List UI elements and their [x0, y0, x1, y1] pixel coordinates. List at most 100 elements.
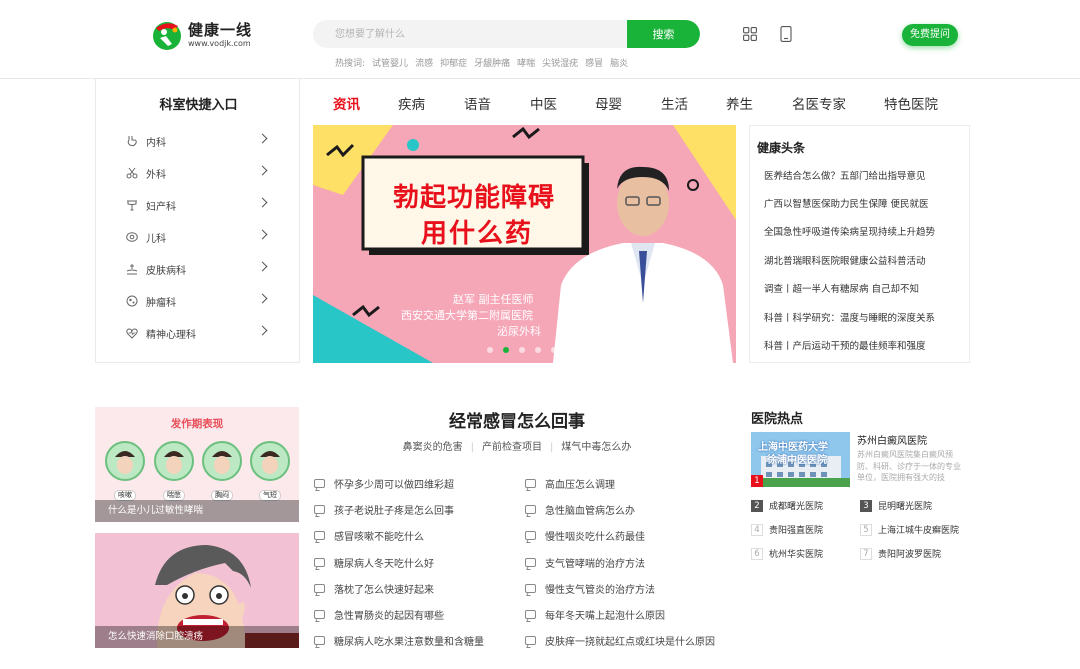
article-tag[interactable]: 煤气中毒怎么办 [561, 442, 631, 453]
hot-word[interactable]: 试管婴儿 [372, 56, 408, 69]
hot-word[interactable]: 感冒 [585, 56, 603, 69]
article-link[interactable]: 急性胃肠炎的起因有哪些 [314, 607, 444, 622]
comment-icon [525, 610, 536, 619]
card-caption: 什么是小儿过敏性哮喘 [95, 500, 299, 522]
hot-word[interactable]: 牙龈肿痛 [474, 56, 510, 69]
article-link[interactable]: 怀孕多少周可以做四维彩超 [314, 476, 454, 491]
headline-link[interactable]: 全国急性呼吸道传染病呈现持续上升趋势 [764, 224, 935, 238]
department-label: 外科 [146, 169, 166, 181]
tag-separator: | [470, 442, 474, 453]
nav-item-voice[interactable]: 语音 [464, 93, 491, 113]
hospital-rank-item[interactable]: 5 上海江城牛皮癣医院 [860, 523, 959, 536]
nav-item-disease[interactable]: 疾病 [398, 93, 425, 113]
chevron-right-icon [257, 165, 268, 176]
nav-item-wellness[interactable]: 养生 [726, 93, 753, 113]
article-link[interactable]: 高血压怎么调理 [525, 476, 615, 491]
article-link[interactable]: 皮肤痒一挠就起红点或红块是什么原因 [525, 633, 715, 648]
article-link[interactable]: 支气管哮喘的治疗方法 [525, 555, 645, 570]
promo-banner[interactable]: 勃起功能障碍 用什么药 赵军 副主任医师 西安交通大学第二附属医院 泌尿外科 [313, 125, 736, 363]
heart-pulse-icon [126, 328, 138, 339]
headline-link[interactable]: 调查丨超一半人有糖尿病 自己却不知 [764, 281, 919, 295]
logo-mark-icon [153, 22, 181, 50]
carousel-dot[interactable] [519, 347, 525, 353]
comment-icon [314, 479, 325, 488]
article-link[interactable]: 感冒咳嗽不能吃什么 [314, 528, 424, 543]
nav-item-news[interactable]: 资讯 [333, 93, 360, 113]
search-input[interactable] [313, 20, 627, 48]
hospital-name: 昆明曙光医院 [878, 502, 933, 512]
hospital-rank-item[interactable]: 3 昆明曙光医院 [860, 499, 932, 512]
article-link[interactable]: 每年冬天嘴上起泡什么原因 [525, 607, 665, 622]
hospital-rank-item[interactable]: 6 杭州华实医院 [751, 547, 823, 560]
nav-item-tcm[interactable]: 中医 [530, 93, 557, 113]
article-link[interactable]: 孩子老说肚子疼是怎么回事 [314, 502, 454, 517]
hospital-name: 贵阳阿波罗医院 [878, 550, 942, 560]
hospital-rank-item[interactable]: 2 成都曙光医院 [751, 499, 823, 512]
article-link-text: 孩子老说肚子疼是怎么回事 [334, 506, 454, 517]
department-item-oncology[interactable]: 肿瘤科 [126, 293, 268, 309]
grid-icon[interactable] [743, 27, 757, 41]
headline-link[interactable]: 医养结合怎么做？五部门给出指导意见 [764, 168, 926, 182]
department-item-dermatology[interactable]: 皮肤病科 [126, 261, 268, 277]
comment-icon [525, 636, 536, 645]
hospital-rank-item[interactable]: 4 贵阳强直医院 [751, 523, 823, 536]
nav-item-maternal[interactable]: 母婴 [595, 93, 622, 113]
carousel-dot[interactable] [487, 347, 493, 353]
hospital-image-text: 徐浦中医医院 [767, 455, 827, 466]
featured-hospital-image[interactable]: 上海中医药大学 徐浦中医医院 1 [751, 432, 850, 487]
baby-icon [126, 232, 138, 242]
comment-icon [525, 505, 536, 514]
department-label: 肿瘤科 [146, 297, 176, 309]
feature-card-asthma[interactable]: 发作期表现 咳嗽 喘憋 胸闷 气短 什么是小儿过敏性哮喘 [95, 407, 299, 522]
nav-item-life[interactable]: 生活 [661, 93, 688, 113]
hospital-name: 上海江城牛皮癣医院 [878, 526, 960, 536]
hot-search-words: 热搜词: 试管婴儿 流感 抑郁症 牙龈肿痛 哮喘 尖锐湿疣 感冒 脑炎 [335, 56, 628, 69]
department-item-surgery[interactable]: 外科 [126, 165, 268, 181]
article-tags: 鼻窦炎的危害 | 产前检查项目 | 煤气中毒怎么办 [300, 438, 734, 453]
feature-card-ulcer[interactable]: 怎么快速消除口腔溃疡 [95, 533, 299, 648]
department-item-pediatrics[interactable]: 儿科 [126, 229, 268, 245]
article-section-title[interactable]: 经常感冒怎么回事 [300, 407, 734, 432]
headline-link[interactable]: 科普丨产后运动干预的最佳频率和强度 [764, 338, 926, 352]
hot-word[interactable]: 尖锐湿疣 [542, 56, 578, 69]
department-item-psychiatry[interactable]: 精神心理科 [126, 325, 268, 341]
hot-word[interactable]: 抑郁症 [440, 56, 467, 69]
article-tag[interactable]: 鼻窦炎的危害 [403, 442, 463, 453]
article-tag[interactable]: 产前检查项目 [482, 442, 542, 453]
banner-doctor-hospital: 西安交通大学第二附属医院 [401, 309, 533, 322]
article-link[interactable]: 落枕了怎么快速好起来 [314, 581, 434, 596]
mobile-icon[interactable] [780, 26, 792, 42]
article-link-text: 每年冬天嘴上起泡什么原因 [545, 611, 665, 622]
comment-icon [525, 479, 536, 488]
department-item-internal[interactable]: 内科 [126, 133, 268, 149]
chevron-right-icon [257, 197, 268, 208]
search-button[interactable]: 搜索 [627, 20, 700, 48]
nav-item-experts[interactable]: 名医专家 [792, 93, 846, 113]
headline-link[interactable]: 广西以智慧医保助力民生保障 便民就医 [764, 196, 929, 210]
article-link-text: 糖尿病人吃水果注意数量和含糖量 [334, 637, 484, 648]
carousel-dot[interactable] [535, 347, 541, 353]
hot-word[interactable]: 脑炎 [610, 56, 628, 69]
headline-link[interactable]: 科普丨科学研究：温度与睡眠的深度关系 [764, 310, 935, 324]
site-logo[interactable]: 健康一线 www.vodjk.com [150, 18, 252, 52]
hospital-rank-item[interactable]: 7 贵阳阿波罗医院 [860, 547, 941, 560]
nav-item-hospitals[interactable]: 特色医院 [884, 93, 938, 113]
article-link[interactable]: 慢性咽炎吃什么药最佳 [525, 528, 645, 543]
hot-word[interactable]: 流感 [415, 56, 433, 69]
article-link[interactable]: 糖尿病人冬天吃什么好 [314, 555, 434, 570]
featured-hospital-name[interactable]: 苏州白癜风医院 [857, 432, 927, 447]
article-link[interactable]: 慢性支气管炎的治疗方法 [525, 581, 655, 596]
carousel-dot[interactable] [551, 347, 557, 353]
hot-word[interactable]: 哮喘 [517, 56, 535, 69]
article-link[interactable]: 急性脑血管病怎么办 [525, 502, 635, 517]
search-bar: 搜索 [313, 20, 700, 48]
chevron-right-icon [257, 325, 268, 336]
free-ask-button[interactable]: 免费提问 [902, 24, 958, 46]
carousel-dot-active[interactable] [503, 347, 509, 353]
department-item-obstetrics[interactable]: 妇产科 [126, 197, 268, 213]
article-link[interactable]: 糖尿病人吃水果注意数量和含糖量 [314, 633, 484, 648]
comment-icon [314, 636, 325, 645]
headline-link[interactable]: 湖北普瑞眼科医院眼健康公益科普活动 [764, 253, 926, 267]
banner-doctor-dept: 泌尿外科 [497, 325, 541, 338]
article-link-text: 怀孕多少周可以做四维彩超 [334, 480, 454, 491]
